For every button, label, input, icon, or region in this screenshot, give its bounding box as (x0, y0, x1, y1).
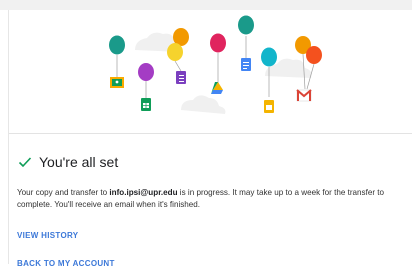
destination-email: info.ipsi@upr.edu (109, 188, 178, 197)
cloud-middle (181, 95, 226, 114)
gmail-icon (296, 89, 312, 102)
status-message: Your copy and transfer to info.ipsi@upr.… (17, 187, 412, 210)
balloon-illustration-svg (109, 15, 322, 114)
status-heading: You're all set (18, 152, 118, 172)
balloon-yellow (167, 43, 183, 61)
docs-icon (241, 58, 251, 71)
transfer-status-card: You're all set Your copy and transfer to… (8, 10, 412, 268)
balloon-teal-left (109, 35, 125, 55)
balloon-pink (210, 33, 226, 53)
sheets-icon (141, 98, 151, 111)
status-message-prefix: Your copy and transfer to (17, 188, 110, 197)
balloon-cyan (261, 47, 277, 67)
view-history-link[interactable]: VIEW HISTORY (17, 231, 78, 240)
balloon-illustration (9, 10, 412, 134)
balloon-red (306, 46, 322, 64)
balloon-teal-top (238, 15, 254, 35)
classroom-icon (110, 77, 124, 88)
forms-icon (176, 71, 186, 84)
check-icon (18, 157, 32, 168)
slides-icon (264, 100, 274, 113)
top-bar (0, 0, 412, 10)
balloon-purple (138, 63, 154, 81)
drive-icon (211, 82, 223, 94)
status-title: You're all set (39, 154, 119, 170)
